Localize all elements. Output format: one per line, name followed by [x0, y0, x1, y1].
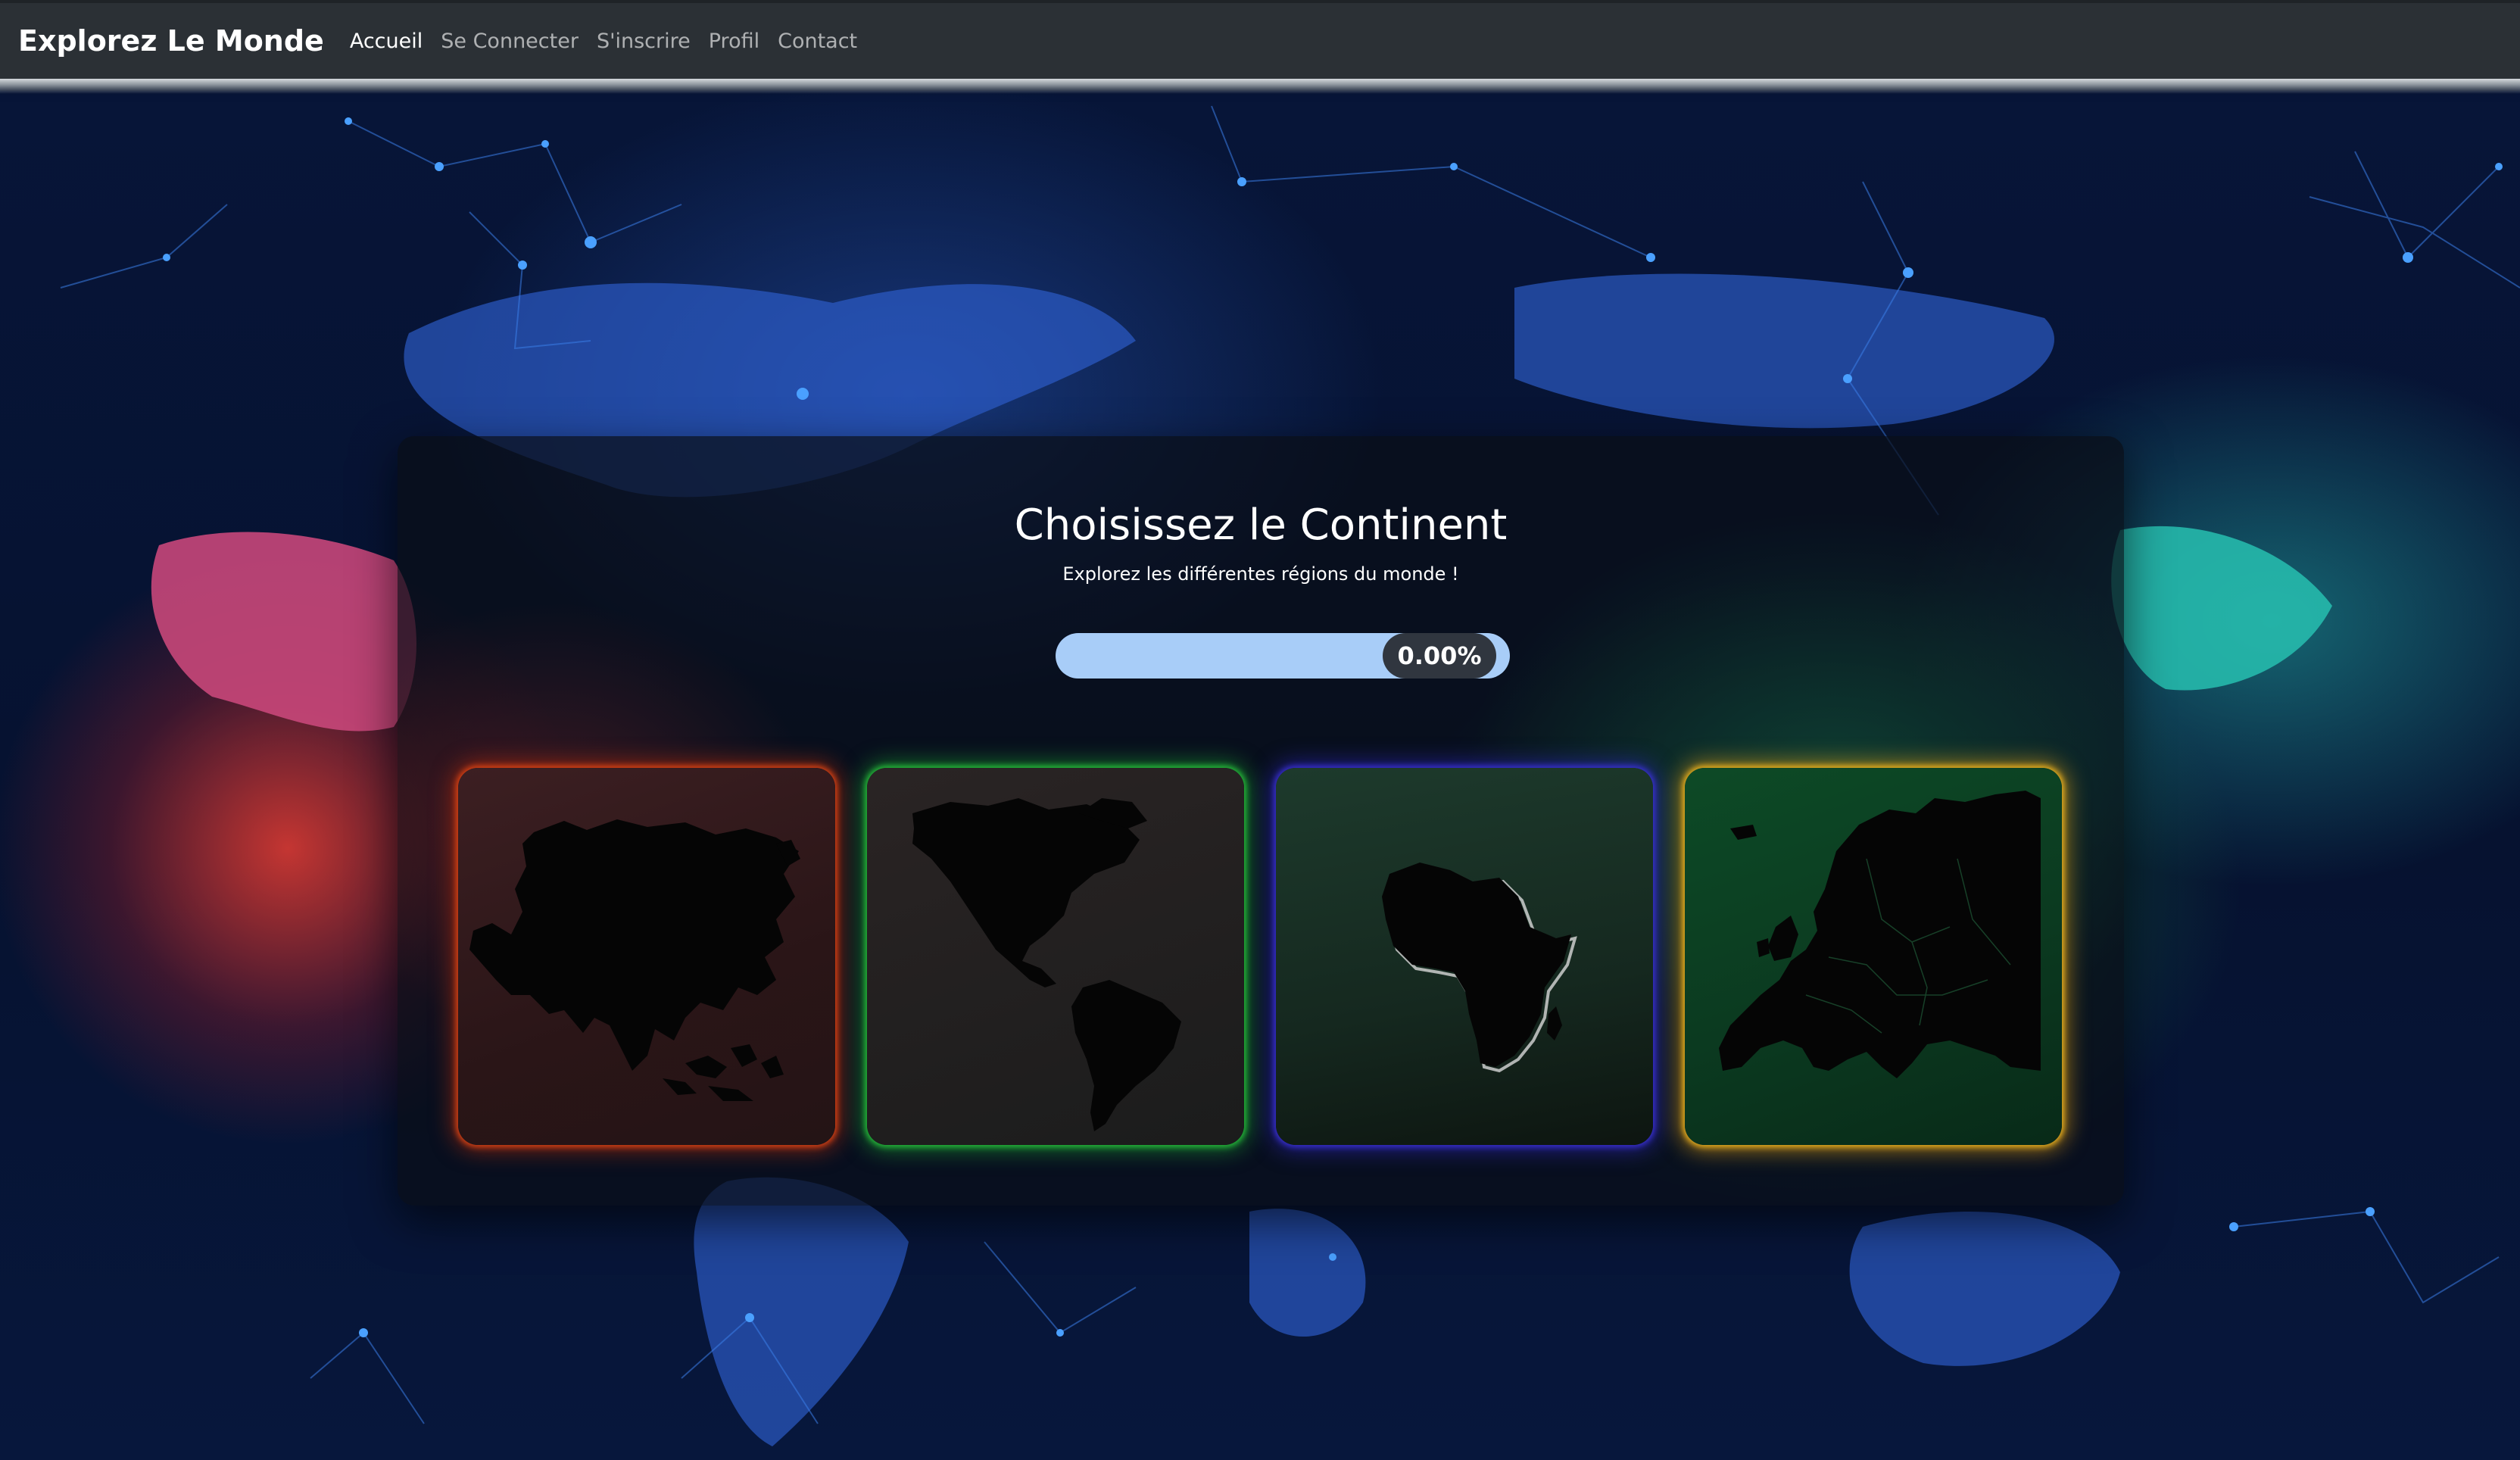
- continent-tile-americas[interactable]: [867, 768, 1244, 1145]
- nav-link-contact[interactable]: Contact: [778, 30, 857, 53]
- navbar: Explorez Le Monde Accueil Se Connecter S…: [0, 0, 2520, 94]
- africa-map-icon: [1382, 863, 1577, 1073]
- page: Explorez Le Monde Accueil Se Connecter S…: [0, 0, 2520, 1460]
- nav-link-se-connecter[interactable]: Se Connecter: [441, 30, 579, 53]
- continent-tile-asia[interactable]: [458, 768, 835, 1145]
- continent-selection-card: Choisissez le Continent Explorez les dif…: [398, 436, 2124, 1206]
- page-subtitle: Explorez les différentes régions du mond…: [1062, 563, 1459, 585]
- page-title: Choisissez le Continent: [1014, 501, 1508, 550]
- continent-tile-africa[interactable]: [1276, 768, 1653, 1145]
- continent-tile-europe[interactable]: [1685, 768, 2062, 1145]
- nav-link-profil[interactable]: Profil: [709, 30, 759, 53]
- continent-tiles: [458, 768, 2066, 1146]
- asia-map-icon: [469, 819, 800, 1101]
- progress-bar: 0.00%: [1056, 633, 1510, 679]
- nav-link-sinscrire[interactable]: S'inscrire: [597, 30, 691, 53]
- progress-label: 0.00%: [1383, 633, 1496, 679]
- nav-links: Accueil Se Connecter S'inscrire Profil C…: [350, 30, 857, 53]
- nav-link-accueil[interactable]: Accueil: [350, 30, 423, 53]
- americas-map-icon: [912, 798, 1181, 1131]
- brand-logo[interactable]: Explorez Le Monde: [18, 24, 324, 58]
- europe-map-icon: [1719, 791, 2041, 1078]
